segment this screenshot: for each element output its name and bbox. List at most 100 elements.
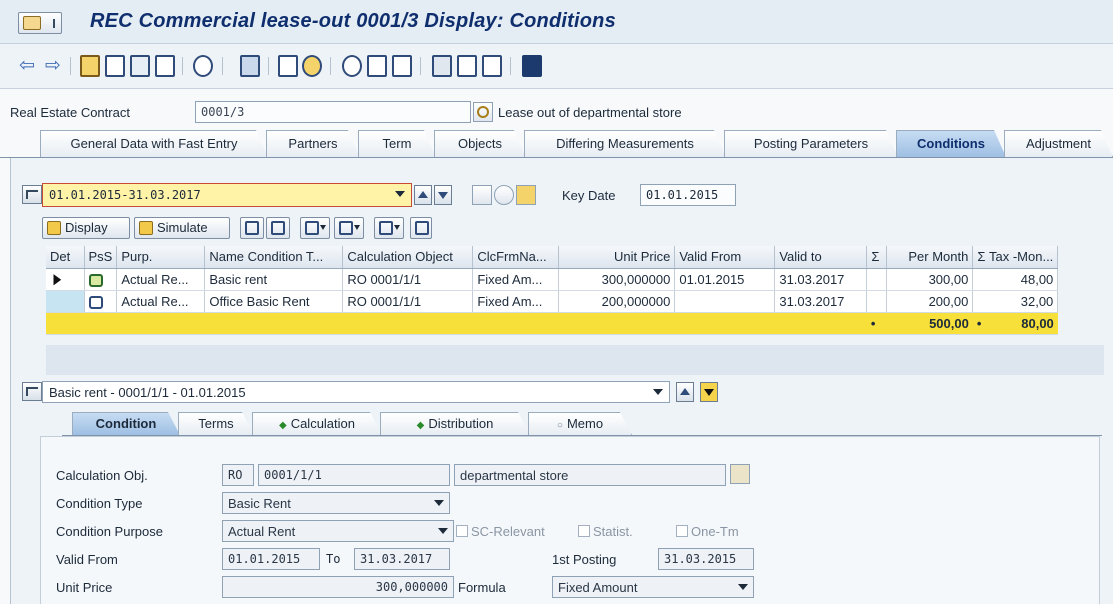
layout-select-icon[interactable] — [374, 217, 404, 239]
create-icon[interactable] — [105, 55, 125, 77]
sum-cell — [866, 290, 888, 313]
period-dropdown[interactable]: 01.01.2015-31.03.2017 — [42, 183, 412, 207]
condition-type-dropdown[interactable]: Basic Rent — [222, 492, 450, 514]
condition-tabstrip: Condition Terms ◆ Calculation ◆ Distributi… — [62, 410, 1102, 436]
find-icon[interactable] — [240, 217, 264, 239]
tab-partners[interactable]: Partners — [266, 130, 360, 157]
find-next-icon[interactable] — [266, 217, 290, 239]
unit-price-field[interactable]: 300,000000 — [222, 576, 454, 598]
print-icon[interactable] — [367, 55, 387, 77]
edit-icon[interactable] — [80, 55, 100, 77]
tab-terms[interactable]: Terms — [178, 412, 254, 435]
tab-general-data[interactable]: General Data with Fast Entry — [40, 130, 268, 157]
forward-arrow-icon[interactable]: ⇨ — [42, 55, 64, 77]
toolbar-separator — [70, 57, 71, 75]
toolbar-separator — [222, 57, 223, 75]
condition-select-button[interactable] — [22, 382, 42, 401]
row-selector[interactable] — [46, 268, 85, 291]
valid-from-field[interactable]: 01.01.2015 — [222, 548, 320, 570]
tab-differing-measurements[interactable]: Differing Measurements — [524, 130, 726, 157]
navigation-icon[interactable] — [278, 55, 298, 77]
related-objects-icon[interactable] — [342, 55, 362, 77]
period-previous-button[interactable] — [414, 185, 432, 205]
period-next-button[interactable] — [434, 185, 452, 205]
object-help-icon[interactable] — [730, 464, 750, 484]
column-header[interactable]: Valid From — [674, 246, 776, 269]
column-header[interactable]: Σ Tax -Mon... — [972, 246, 1059, 269]
tax-month-cell: 32,00 — [972, 290, 1059, 313]
one-time-checkbox[interactable]: One-Tm — [676, 524, 739, 539]
system-menu-button[interactable] — [18, 12, 62, 34]
column-header[interactable]: Det — [46, 246, 85, 269]
tab-adjustment[interactable]: Adjustment — [1004, 130, 1113, 157]
info-icon[interactable] — [522, 55, 542, 77]
tab-memo[interactable]: ○ Memo — [528, 412, 632, 435]
list-icon[interactable] — [457, 55, 477, 77]
key-date-field[interactable]: 01.01.2015 — [640, 184, 736, 206]
tab-condition[interactable]: Condition — [72, 412, 180, 435]
hierarchy-icon[interactable] — [432, 55, 452, 77]
period-select-button[interactable] — [22, 185, 42, 204]
grid-icon[interactable] — [516, 185, 536, 205]
conditions-table: Det PsS Purp. Name Condition T... Calcul… — [46, 246, 1059, 335]
name-cell: Basic rent — [204, 268, 344, 291]
tab-distribution[interactable]: ◆ Distribution — [380, 412, 530, 435]
clock-icon[interactable] — [494, 185, 514, 205]
table-row[interactable]: Actual Re... Basic rent RO 0001/1/1 Fixe… — [46, 268, 1059, 291]
calc-formula-cell: Fixed Am... — [472, 290, 560, 313]
details-icon[interactable] — [410, 217, 432, 239]
overview-icon[interactable] — [472, 185, 492, 205]
table-row[interactable]: Actual Re... Office Basic Rent RO 0001/1… — [46, 290, 1059, 313]
unit-price-label: Unit Price — [56, 580, 113, 595]
diamond-icon: ◆ — [278, 420, 287, 431]
display-button[interactable]: Display — [42, 217, 130, 239]
contract-help-button[interactable] — [473, 102, 493, 122]
tab-conditions[interactable]: Conditions — [896, 130, 1006, 157]
column-header[interactable]: Valid to — [774, 246, 868, 269]
totals-marker: • — [976, 315, 982, 331]
sum-cell — [866, 268, 888, 291]
history-icon[interactable] — [392, 55, 412, 77]
toolbar-separator — [420, 57, 421, 75]
column-header[interactable]: Σ — [866, 246, 888, 269]
first-posting-field[interactable]: 31.03.2015 — [658, 548, 754, 570]
condition-previous-button[interactable] — [676, 382, 694, 402]
row-selector[interactable] — [46, 290, 85, 313]
statist-checkbox[interactable]: Statist. — [578, 524, 633, 539]
calc-obj-type-field[interactable]: RO — [222, 464, 254, 486]
condition-next-button[interactable] — [700, 382, 718, 402]
condition-dropdown[interactable]: Basic rent - 0001/1/1 - 01.01.2015 — [42, 381, 670, 403]
subtotal-icon[interactable] — [334, 217, 364, 239]
condition-purpose-dropdown[interactable]: Actual Rent — [222, 520, 454, 542]
globe-icon[interactable] — [302, 55, 322, 77]
copy-icon[interactable] — [130, 55, 150, 77]
formula-dropdown[interactable]: Fixed Amount — [552, 576, 754, 598]
sum-icon[interactable] — [300, 217, 330, 239]
formula-label: Formula — [458, 580, 506, 595]
calc-obj-id-field[interactable]: 0001/1/1 — [258, 464, 450, 486]
column-header[interactable]: Purp. — [116, 246, 206, 269]
toolbar-separator — [268, 57, 269, 75]
column-header[interactable]: PsS — [84, 246, 118, 269]
back-arrow-icon[interactable]: ⇦ — [16, 55, 38, 77]
tab-objects[interactable]: Objects — [434, 130, 526, 157]
display-change-icon[interactable] — [193, 55, 213, 77]
column-header[interactable]: Per Month — [886, 246, 974, 269]
column-header[interactable]: Name Condition T... — [204, 246, 344, 269]
tab-term[interactable]: Term — [358, 130, 436, 157]
window-title: REC Commercial lease-out 0001/3 Display:… — [90, 10, 616, 32]
totals-row: • 500,00 • 80,00 — [46, 312, 1058, 335]
tab-calculation[interactable]: ◆ Calculation — [252, 412, 382, 435]
layout-icon[interactable] — [482, 55, 502, 77]
object-icon[interactable] — [240, 55, 260, 77]
column-header[interactable]: Calculation Object — [342, 246, 474, 269]
tab-posting-parameters[interactable]: Posting Parameters — [724, 130, 898, 157]
contract-number-field[interactable]: 0001/3 — [195, 101, 471, 123]
sc-relevant-checkbox[interactable]: SC-Relevant — [456, 524, 545, 539]
column-header[interactable]: Unit Price — [558, 246, 676, 269]
total-tax-month: • 80,00 — [972, 312, 1058, 335]
simulate-button[interactable]: Simulate — [134, 217, 230, 239]
valid-to-field[interactable]: 31.03.2017 — [354, 548, 450, 570]
column-header[interactable]: ClcFrmNa... — [472, 246, 560, 269]
copy-from-icon[interactable] — [155, 55, 175, 77]
